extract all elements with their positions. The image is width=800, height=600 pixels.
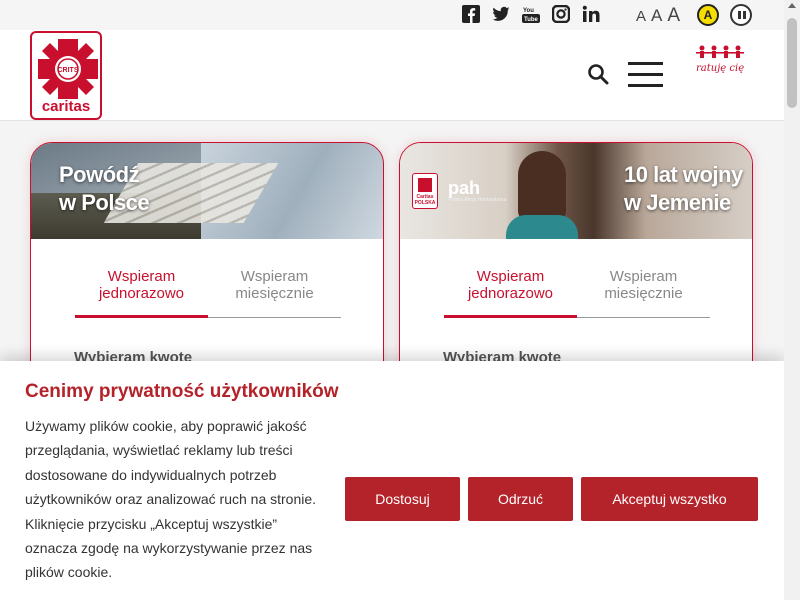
- font-size-controls: A A A: [636, 5, 680, 27]
- svg-text:You: You: [523, 8, 534, 14]
- font-size-small[interactable]: A: [636, 8, 646, 25]
- site-header: CRITS caritas ratuję cię: [0, 30, 784, 121]
- banner-girl: [518, 151, 566, 221]
- font-size-medium[interactable]: A: [651, 6, 662, 26]
- caritas-polska-logo: Caritas POLSKA: [412, 173, 438, 209]
- font-size-large[interactable]: A: [667, 5, 680, 27]
- tab-monthly[interactable]: Wspieram miesięcznie: [208, 268, 341, 318]
- pause-animation-button[interactable]: [730, 4, 752, 26]
- search-icon[interactable]: [587, 63, 609, 85]
- tab-one-time[interactable]: Wspieram jednorazowo: [75, 268, 208, 318]
- caritas-polska-text: Caritas POLSKA: [414, 194, 436, 206]
- card-title-line1: Powódź: [59, 162, 140, 187]
- facebook-icon[interactable]: [462, 5, 480, 23]
- ratuje-cie-text: ratuję cię: [696, 63, 745, 74]
- caritas-logo[interactable]: CRITS caritas: [30, 31, 102, 120]
- partner-logos: Caritas POLSKA pah Polska Akcja Humanita…: [412, 173, 506, 209]
- cookie-description: Używamy plików cookie, aby poprawić jako…: [25, 418, 317, 581]
- tab-monthly[interactable]: Wspieram miesięcznie: [577, 268, 710, 318]
- svg-text:CRITS: CRITS: [58, 67, 79, 74]
- linkedin-icon[interactable]: [582, 5, 600, 23]
- scroll-up-arrow-icon[interactable]: [788, 3, 796, 8]
- card-title-line1: 10 lat wojny: [624, 162, 743, 187]
- top-utility-bar: You Tube A A A A: [0, 0, 784, 30]
- card-title-line2: w Polsce: [59, 190, 150, 215]
- logo-text: caritas: [41, 98, 91, 115]
- donation-type-tabs: Wspieram jednorazowo Wspieram miesięczni…: [75, 268, 341, 318]
- social-links: You Tube: [462, 5, 600, 23]
- contrast-toggle-button[interactable]: A: [697, 4, 719, 26]
- pah-logo-subtext: Polska Akcja Humanitarna: [448, 197, 507, 203]
- pah-logo-text: pah: [448, 178, 481, 198]
- donation-type-tabs: Wspieram jednorazowo Wspieram miesięczni…: [444, 268, 710, 318]
- scrollbar-thumb[interactable]: [787, 18, 797, 108]
- twitter-icon[interactable]: [492, 5, 510, 23]
- youtube-icon[interactable]: You Tube: [522, 5, 540, 23]
- customize-button[interactable]: Dostosuj: [345, 477, 460, 521]
- flood-banner-image[interactable]: Powódź w Polsce: [31, 143, 383, 239]
- cookie-title: Cenimy prywatność użytkowników: [25, 381, 339, 402]
- banner-dress: [506, 215, 578, 239]
- caritas-cross-icon: CRITS: [38, 39, 98, 99]
- pah-logo: pah Polska Akcja Humanitarna: [448, 179, 506, 203]
- tab-one-time[interactable]: Wspieram jednorazowo: [444, 268, 577, 318]
- accept-all-button[interactable]: Akceptuj wszystko: [581, 477, 758, 521]
- card-title: Powódź w Polsce: [59, 161, 150, 217]
- page-scrollbar[interactable]: [784, 0, 800, 600]
- card-title-line2: w Jemenie: [624, 190, 731, 215]
- yemen-banner-image[interactable]: Caritas POLSKA pah Polska Akcja Humanita…: [400, 143, 752, 239]
- cookie-consent-banner: Cenimy prywatność użytkowników Używamy p…: [0, 361, 784, 600]
- instagram-icon[interactable]: [552, 5, 570, 23]
- hamburger-menu-icon[interactable]: [628, 62, 663, 88]
- card-title: 10 lat wojny w Jemenie: [624, 161, 743, 217]
- reject-button[interactable]: Odrzuć: [468, 477, 573, 521]
- svg-text:Tube: Tube: [524, 17, 539, 23]
